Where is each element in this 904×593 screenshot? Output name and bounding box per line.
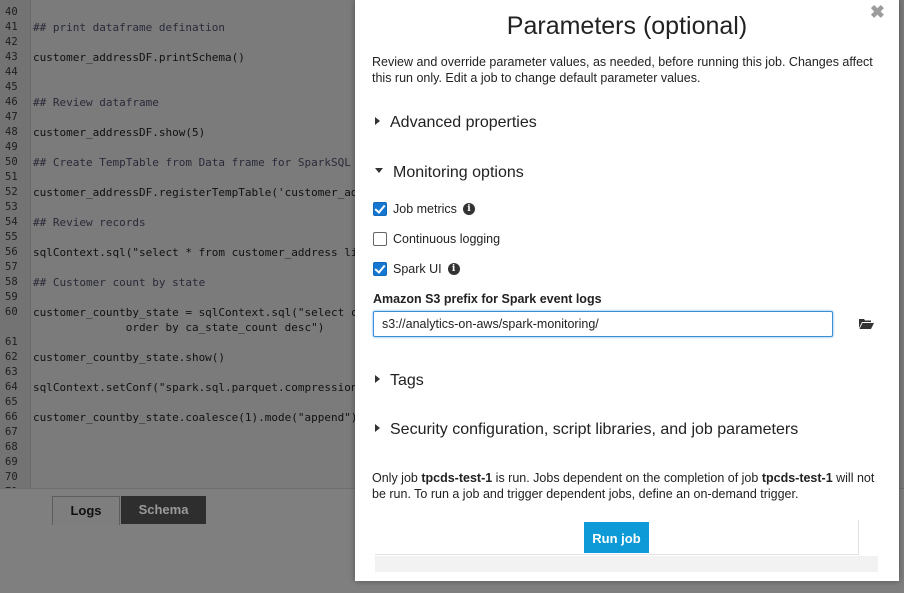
section-label: Monitoring options [393,164,524,181]
line-number: 61 [5,336,18,348]
code-text: customer_countby_state = sqlContext.sql(… [33,306,365,319]
line-number: 50 [5,156,18,168]
line-number: 56 [5,246,18,258]
caret-right-icon [375,116,380,125]
line-number: 55 [5,231,18,243]
spark-ui-checkbox[interactable] [373,261,387,276]
line-number: 65 [5,396,18,408]
continuous-logging-row: Continuous logging [373,231,500,247]
line-number: 51 [5,171,18,183]
section-label: Tags [390,372,424,389]
s3-prefix-label: Amazon S3 prefix for Spark event logs [373,292,602,306]
line-number: 62 [5,351,18,363]
caret-down-icon [375,168,383,174]
caret-right-icon [375,374,380,383]
dialog-title: Parameters (optional) [506,12,748,40]
line-number: 68 [5,441,18,453]
code-text: ## Create TempTable from Data frame for … [33,156,351,169]
line-number: 53 [5,201,18,213]
info-icon[interactable]: i [447,262,460,275]
section-security-configuration[interactable]: Security configuration, script libraries… [375,421,798,439]
tab-schema[interactable]: Schema [121,496,206,524]
code-text: sqlContext.sql("select * from customer_a… [33,246,365,259]
line-number: 48 [5,126,18,138]
code-text: ## Review dataframe [33,96,159,109]
line-number: 43 [5,51,18,63]
line-number: 60 [5,306,18,318]
line-number: 66 [5,411,18,423]
run-job-button[interactable]: Run job [584,522,649,553]
line-number: 52 [5,186,18,198]
section-label: Security configuration, script libraries… [390,421,799,438]
code-text: ## Customer count by state [33,276,206,289]
code-text: customer_countby_state.show() [33,351,226,364]
code-text: ## print dataframe defination [33,21,226,34]
job-metrics-label: Job metrics [393,202,457,216]
line-number: 45 [5,81,18,93]
code-text: sqlContext.setConf("spark.sql.parquet.co… [33,381,365,394]
line-number: 46 [5,96,18,108]
section-label: Advanced properties [390,114,537,131]
line-number: 67 [5,426,18,438]
section-advanced-properties[interactable]: Advanced properties [375,114,537,132]
job-metrics-checkbox[interactable] [373,201,387,216]
info-icon[interactable]: i [462,202,475,215]
line-number: 41 [5,21,18,33]
line-number: 69 [5,456,18,468]
job-name: tpcds-test-1 [421,471,493,485]
spark-ui-row: Spark UI i [373,261,460,277]
line-number: 49 [5,141,18,153]
continuous-logging-checkbox[interactable] [373,231,387,246]
note-text: Only job [372,471,422,485]
folder-open-icon[interactable] [859,318,874,329]
section-monitoring-options[interactable]: Monitoring options [375,164,524,182]
line-number: 64 [5,381,18,393]
caret-right-icon [375,423,380,432]
code-text: customer_addressDF.show(5) [33,126,206,139]
line-number: 47 [5,111,18,123]
parameters-dialog: ✖ Parameters (optional) Review and overr… [355,0,899,581]
code-text: customer_addressDF.printSchema() [33,51,245,64]
line-number: 57 [5,261,18,273]
job-name: tpcds-test-1 [761,471,833,485]
code-text: customer_countby_state.coalesce(1).mode(… [33,411,365,424]
job-metrics-row: Job metrics i [373,201,475,217]
dialog-description: Review and override parameter values, as… [372,55,873,85]
footer-strip [375,556,878,572]
line-number: 59 [5,291,18,303]
line-number: 63 [5,366,18,378]
code-text: order by ca_state_count desc") [33,321,325,334]
spark-ui-label: Spark UI [393,262,442,276]
tab-logs[interactable]: Logs [52,496,120,525]
run-note: Only job tpcds-test-1 is run. Jobs depen… [372,471,882,502]
code-text: ## Review records [33,216,146,229]
line-number: 44 [5,66,18,78]
line-number: 40 [5,6,18,18]
note-text: is run. Jobs dependent on the completion… [492,471,762,485]
line-number: 54 [5,216,18,228]
code-text: customer_addressDF.registerTempTable('cu… [33,186,365,199]
line-number: 70 [5,471,18,483]
line-number: 58 [5,276,18,288]
section-tags[interactable]: Tags [375,372,424,390]
continuous-logging-label: Continuous logging [393,232,501,246]
s3-prefix-input[interactable] [373,311,833,337]
line-number: 42 [5,36,18,48]
